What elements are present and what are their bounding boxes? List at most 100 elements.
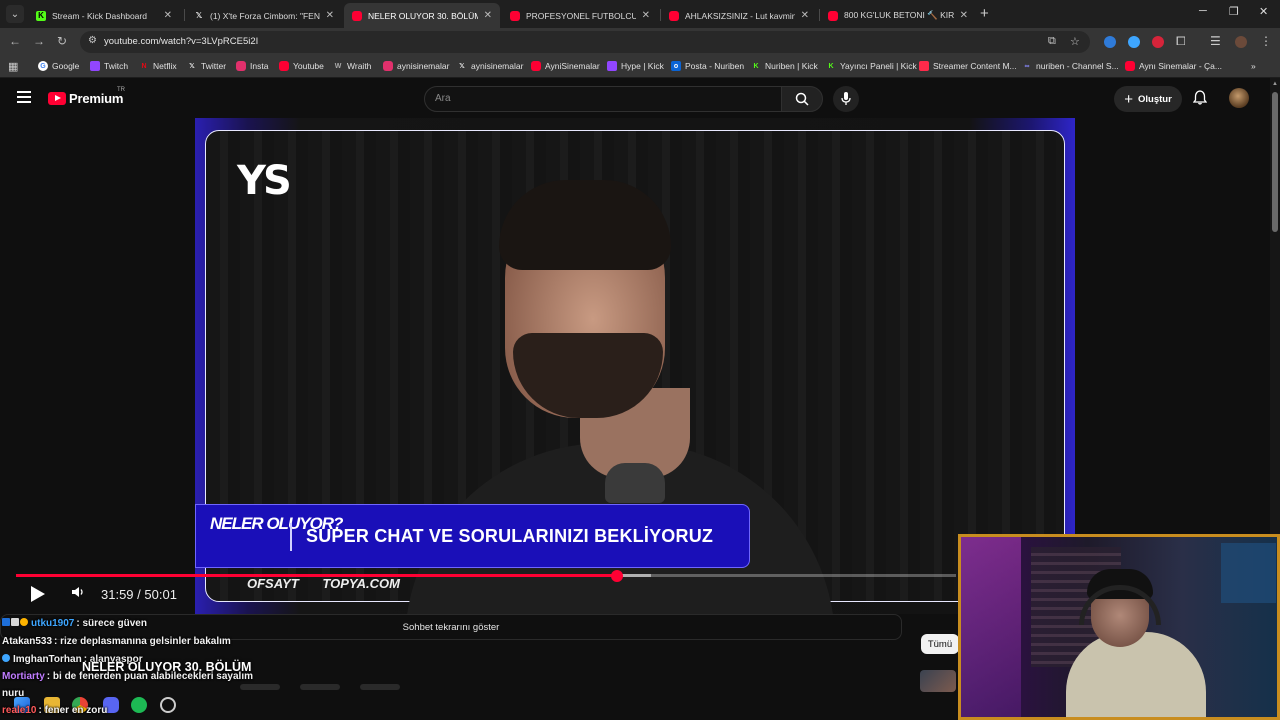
close-icon[interactable]: ✕ — [326, 10, 334, 21]
bookmark-item[interactable]: Insta — [236, 61, 268, 71]
filter-chip-label: Tümü — [927, 638, 953, 650]
chat-username: utku1907 — [31, 618, 75, 629]
extension-globe-icon[interactable] — [1128, 36, 1140, 48]
play-icon[interactable] — [31, 586, 45, 602]
back-icon[interactable]: ← — [9, 34, 21, 48]
sponsor-ofsayt: OFSAYT — [247, 576, 299, 591]
chat-username: Mortiarty — [2, 671, 45, 682]
recommended-video-thumbnail[interactable] — [920, 670, 956, 692]
microphone — [605, 463, 665, 503]
filter-chip-all[interactable]: Tümü — [921, 634, 959, 654]
extension-shield-icon[interactable] — [1104, 36, 1116, 48]
close-icon[interactable]: ✕ — [801, 10, 809, 21]
bookmark-item[interactable]: 𝕏 Twitter — [187, 61, 226, 71]
channel-watermark-logo: YS — [237, 158, 292, 204]
youtube-premium-wordmark[interactable]: Premium — [69, 91, 123, 106]
bookmark-label: Netflix — [153, 61, 177, 71]
scrollbar-thumb[interactable] — [1272, 92, 1278, 232]
outlook-icon: o — [671, 61, 681, 71]
bookmark-item[interactable]: Aynı Sinemalar - Ça... — [1125, 61, 1222, 71]
media-controls-icon[interactable]: ☰ — [1210, 34, 1221, 48]
bookmark-label: Aynı Sinemalar - Ça... — [1139, 61, 1222, 71]
chat-username: reale10 — [2, 705, 37, 716]
restore-icon[interactable]: ❐ — [1229, 5, 1239, 18]
chat-message: reale10: fener en zoru — [2, 705, 107, 716]
bookmark-item[interactable]: aynisinemalar — [383, 61, 449, 71]
bookmark-item[interactable]: Hype | Kick — [607, 61, 664, 71]
youtube-icon — [828, 10, 838, 21]
reload-icon[interactable]: ↻ — [57, 34, 67, 48]
extension-record-icon[interactable] — [1152, 36, 1164, 48]
notifications-bell-icon[interactable] — [1192, 90, 1208, 108]
volume-icon[interactable] — [71, 586, 85, 601]
recommendation-placeholders — [0, 684, 960, 692]
tab-800kg-beton[interactable]: 800 KG'LUK BETONI 🔨 KIRAR ✕ — [820, 3, 976, 28]
tab-x-forza-cimbom[interactable]: 𝕏 (1) X'te Forza Cimbom: "FENER ✕ — [186, 3, 342, 28]
microphone-icon — [841, 92, 851, 105]
link-icon: ∞ — [1024, 62, 1030, 70]
address-bar[interactable]: ⚙ youtube.com/watch?v=3LVpRCE5i2I ⧉ ☆ — [80, 31, 1090, 53]
bookmark-item[interactable]: Streamer Content M... — [919, 61, 1017, 71]
bookmark-item[interactable]: o Posta - Nuriben — [671, 61, 744, 71]
bookmark-label: Yayıncı Paneli | Kick — [840, 61, 917, 71]
bookmark-item[interactable]: ∞ nuriben - Channel S... — [1022, 61, 1119, 71]
close-icon[interactable]: ✕ — [642, 10, 650, 21]
profile-icon[interactable] — [1235, 36, 1247, 48]
bookmark-item[interactable]: Youtube — [279, 61, 324, 71]
close-icon[interactable]: ✕ — [484, 10, 492, 21]
sponsor-topya: TOPYA.COM — [322, 576, 400, 591]
scroll-up-arrow-icon[interactable]: ▲ — [1272, 81, 1278, 87]
bookmark-item[interactable]: W Wraith — [333, 61, 372, 71]
tab-ahlaksizsiniz[interactable]: AHLAKSIZSINIZ - Lut kavminde ✕ — [661, 3, 817, 28]
youtube-icon — [510, 10, 520, 21]
youtube-logo-icon[interactable] — [48, 92, 66, 105]
bookmark-item[interactable]: Twitch — [90, 61, 128, 71]
tab-kick-dashboard[interactable]: K Stream - Kick Dashboard ✕ — [28, 3, 180, 28]
voice-search-button[interactable] — [833, 86, 859, 112]
tab-search-button[interactable]: ⌄ — [6, 5, 24, 23]
video-player[interactable]: YS NELER OLUYOR? SUPER CHAT VE SORULARIN… — [195, 118, 1075, 614]
chat-replay-label: Sohbet tekrarını göster — [402, 621, 500, 633]
forward-icon[interactable]: → — [33, 34, 45, 48]
bookmark-item[interactable]: K Yayıncı Paneli | Kick — [826, 61, 917, 71]
close-icon[interactable]: ✕ — [164, 10, 172, 21]
sponsor-logos: OFSAYT TOPYA.COM — [247, 576, 420, 591]
install-app-icon[interactable]: ⧉ — [1048, 35, 1056, 48]
bookmark-item[interactable]: AyniSinemalar — [531, 61, 600, 71]
tab-title: NELER OLUYOR 30. BÖLÜM - Y — [368, 10, 478, 21]
youtube-icon — [279, 61, 289, 71]
chat-message: Mortiarty: bi de fenerden puan alabilece… — [2, 671, 253, 682]
close-icon[interactable]: ✕ — [960, 10, 968, 21]
account-avatar[interactable] — [1229, 88, 1249, 108]
obs-icon[interactable] — [160, 697, 176, 713]
bookmark-item[interactable]: G Google — [38, 61, 79, 71]
search-input[interactable]: Ara — [424, 86, 782, 112]
kick-icon: K — [753, 62, 759, 70]
kick-icon — [919, 61, 929, 71]
spotify-icon[interactable] — [131, 697, 147, 713]
hamburger-menu-icon[interactable] — [17, 91, 31, 103]
bookmark-item[interactable]: N Netflix — [139, 61, 177, 71]
search-button[interactable] — [781, 86, 823, 112]
apps-grid-icon[interactable]: ▦ — [8, 60, 18, 73]
current-time: 31:59 — [101, 587, 134, 602]
progress-scrubber-handle[interactable] — [611, 570, 623, 582]
create-button[interactable]: + Oluştur — [1114, 86, 1182, 112]
close-window-icon[interactable]: ✕ — [1259, 5, 1268, 18]
bookmark-label: Youtube — [293, 61, 324, 71]
bookmark-star-icon[interactable]: ☆ — [1070, 35, 1080, 48]
banner-divider — [290, 523, 292, 551]
tab-profesyonel-futbolcu[interactable]: PROFESYONEL FUTBOLCU SEN ✕ — [502, 3, 658, 28]
bookmark-label: Twitter — [201, 61, 227, 71]
minimize-icon[interactable]: ─ — [1199, 5, 1207, 17]
site-info-icon[interactable]: ⚙ — [88, 35, 97, 46]
new-tab-button[interactable]: + — [980, 5, 989, 22]
extensions-puzzle-icon[interactable]: ⧠ — [1176, 34, 1186, 49]
more-bookmarks-button[interactable]: » — [1251, 61, 1256, 71]
badge-icon — [2, 618, 10, 626]
bookmark-item[interactable]: 𝕏aynisinemalar — [457, 61, 523, 71]
more-menu-icon[interactable]: ⋮ — [1260, 34, 1272, 48]
bookmark-item[interactable]: K Nuriben | Kick — [751, 61, 817, 71]
kick-icon: K — [828, 62, 834, 70]
tab-neler-oluyor[interactable]: NELER OLUYOR 30. BÖLÜM - Y ✕ — [344, 3, 500, 28]
